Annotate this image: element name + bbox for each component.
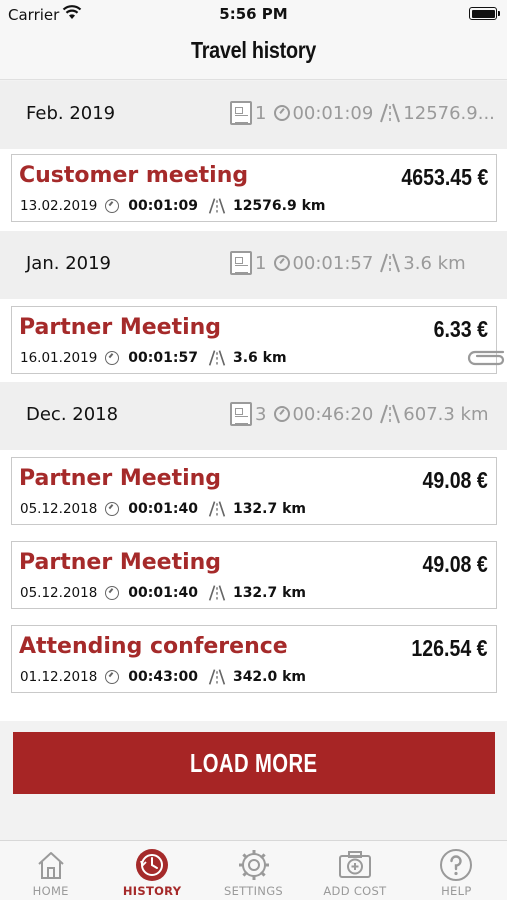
timer-icon	[105, 199, 120, 213]
month-header-jan-2019: Jan. 2019 1 00:01:57 3.6 km	[0, 231, 507, 299]
trip-date: 05.12.2018	[20, 585, 98, 601]
load-more-label: LOAD MORE	[190, 747, 318, 778]
tab-label: SETTINGS	[224, 884, 284, 898]
month-label: Dec. 2018	[26, 404, 119, 425]
trip-title: Partner Meeting	[19, 315, 222, 340]
document-icon	[230, 402, 252, 426]
trip-details: 16.01.2019 00:01:57 3.6 km	[20, 349, 287, 367]
tab-label: ADD COST	[323, 884, 387, 898]
timer-icon	[274, 255, 291, 271]
tab-history[interactable]: HISTORY	[101, 841, 202, 900]
tab-settings[interactable]: SETTINGS	[203, 841, 304, 900]
trip-amount: 4653.45 €	[401, 164, 488, 190]
status-bar: Carrier 5:56 PM	[0, 0, 507, 30]
trip-amount: 6.33 €	[433, 316, 488, 342]
document-icon	[230, 101, 252, 125]
history-list[interactable]: Feb. 2019 1 00:01:09 12576.9... Customer…	[0, 81, 507, 721]
trip-details: 13.02.2019 00:01:09 12576.9 km	[20, 197, 326, 215]
help-icon	[440, 849, 473, 881]
trip-duration: 00:01:40	[128, 501, 198, 517]
trip-details: 05.12.2018 00:01:40 132.7 km	[20, 584, 306, 602]
trip-distance: 132.7 km	[232, 501, 307, 517]
battery-icon	[469, 7, 500, 20]
month-label: Feb. 2019	[26, 103, 116, 124]
trip-details: 05.12.2018 00:01:40 132.7 km	[20, 500, 306, 518]
trip-duration: 00:01:09	[128, 198, 198, 214]
gear-icon	[238, 850, 269, 880]
timer-icon	[105, 586, 120, 600]
road-icon	[208, 350, 226, 366]
month-distance: 3.6 km	[403, 252, 466, 274]
trip-title: Partner Meeting	[19, 466, 222, 491]
month-stats: 3 00:46:20 607.3 km	[230, 402, 489, 426]
road-icon	[208, 198, 226, 214]
document-icon	[230, 251, 252, 275]
timer-icon	[274, 105, 291, 121]
trip-title: Customer meeting	[19, 163, 249, 188]
month-stats: 1 00:01:09 12576.9...	[230, 101, 495, 125]
trip-distance: 3.6 km	[232, 350, 287, 366]
tab-label: HISTORY	[122, 884, 182, 898]
timer-icon	[105, 670, 120, 684]
trip-details: 01.12.2018 00:43:00 342.0 km	[20, 668, 306, 686]
road-icon	[380, 404, 401, 424]
trip-duration: 00:01:57	[128, 350, 198, 366]
road-icon	[208, 501, 226, 517]
trip-card[interactable]: Partner Meeting 6.33 € 16.01.2019 00:01:…	[11, 306, 497, 374]
tab-label: HOME	[32, 884, 69, 898]
trip-count: 1	[255, 102, 267, 124]
trip-title: Partner Meeting	[19, 550, 222, 575]
trip-duration: 00:43:00	[128, 669, 198, 685]
tab-add-cost[interactable]: ADD COST	[304, 841, 405, 900]
load-more-button[interactable]: LOAD MORE	[13, 732, 495, 794]
add-cost-camera-icon	[338, 851, 371, 878]
month-duration: 00:01:57	[292, 252, 374, 274]
timer-icon	[274, 406, 291, 422]
trip-count: 3	[255, 403, 267, 425]
paperclip-icon	[467, 350, 505, 366]
month-duration: 00:46:20	[292, 403, 374, 425]
trip-card[interactable]: Partner Meeting 49.08 € 05.12.2018 00:01…	[11, 457, 497, 525]
trip-card[interactable]: Partner Meeting 49.08 € 05.12.2018 00:01…	[11, 541, 497, 609]
month-header-dec-2018: Dec. 2018 3 00:46:20 607.3 km	[0, 382, 507, 450]
road-icon	[380, 103, 401, 123]
tab-bar: HOME HISTORY SETTINGS ADD COST HELP	[0, 840, 507, 900]
trip-date: 13.02.2019	[20, 198, 98, 214]
trip-distance: 132.7 km	[232, 585, 307, 601]
road-icon	[208, 669, 226, 685]
trip-distance: 12576.9 km	[232, 198, 326, 214]
timer-icon	[105, 351, 120, 365]
clock: 5:56 PM	[219, 5, 288, 23]
timer-icon	[105, 502, 120, 516]
month-header-feb-2019: Feb. 2019 1 00:01:09 12576.9...	[0, 81, 507, 149]
trip-amount: 126.54 €	[411, 635, 488, 661]
home-icon	[38, 852, 64, 879]
tab-label: HELP	[441, 884, 472, 898]
page-title: Travel history	[190, 37, 317, 63]
month-distance: 607.3 km	[403, 403, 489, 425]
navigation-bar: Travel history	[0, 30, 507, 80]
trip-date: 16.01.2019	[20, 350, 98, 366]
month-label: Jan. 2019	[26, 253, 111, 274]
road-icon	[208, 585, 226, 601]
trip-title: Attending conference	[19, 634, 288, 659]
month-stats: 1 00:01:57 3.6 km	[230, 251, 466, 275]
month-distance: 12576.9...	[403, 102, 495, 124]
trip-amount: 49.08 €	[422, 467, 488, 493]
trip-date: 01.12.2018	[20, 669, 98, 685]
trip-count: 1	[255, 252, 267, 274]
history-icon	[136, 849, 169, 881]
trip-duration: 00:01:40	[128, 585, 198, 601]
trip-card[interactable]: Customer meeting 4653.45 € 13.02.2019 00…	[11, 154, 497, 222]
tab-help[interactable]: HELP	[406, 841, 507, 900]
road-icon	[380, 253, 401, 273]
trip-amount: 49.08 €	[422, 551, 488, 577]
tab-home[interactable]: HOME	[0, 841, 101, 900]
month-duration: 00:01:09	[292, 102, 374, 124]
trip-card[interactable]: Attending conference 126.54 € 01.12.2018…	[11, 625, 497, 693]
trip-date: 05.12.2018	[20, 501, 98, 517]
trip-distance: 342.0 km	[232, 669, 307, 685]
